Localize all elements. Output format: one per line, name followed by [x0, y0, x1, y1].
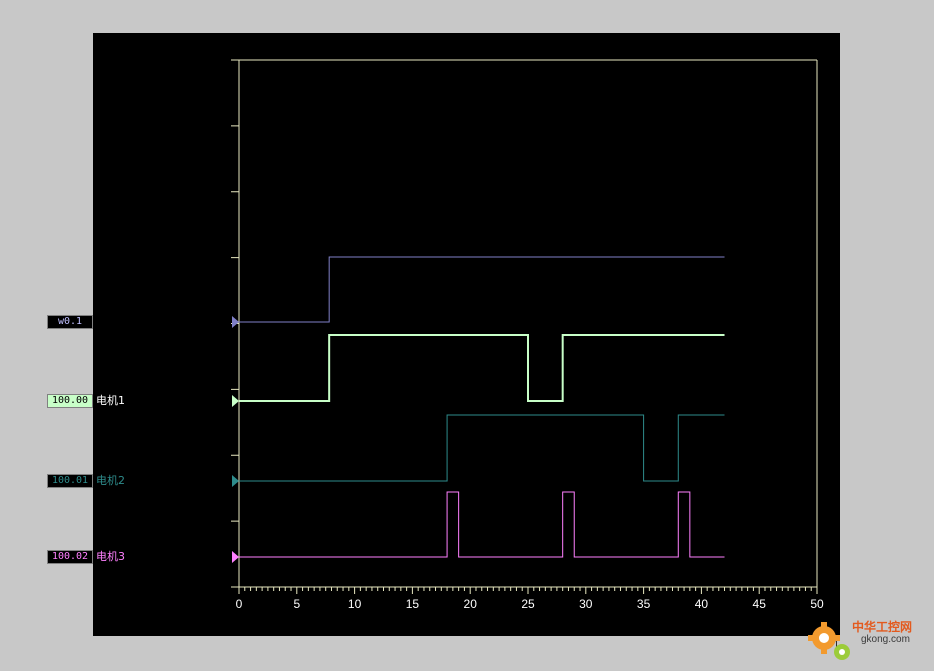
x-tick-label: 0: [236, 597, 243, 611]
x-tick-label: 40: [695, 597, 709, 611]
signal-address: 100.00: [47, 394, 93, 408]
signal-label-3: 100.01 电机2: [47, 474, 125, 488]
x-tick-label: 35: [637, 597, 651, 611]
watermark-site: gkong.com: [861, 634, 910, 645]
signal-address: w0.1: [47, 315, 93, 329]
signal-trace-3: [239, 414, 725, 482]
signal-marker-1: [232, 316, 239, 328]
signal-address: 100.02: [47, 550, 93, 564]
x-tick-label: 30: [579, 597, 593, 611]
signal-marker-3: [232, 475, 239, 487]
signal-marker-2: [232, 395, 239, 407]
x-tick-label: 5: [293, 597, 300, 611]
signal-label-4: 100.02 电机3: [47, 550, 125, 564]
x-tick-label: 45: [753, 597, 767, 611]
timing-chart: 0 5 10 15 20 25 30 35 40 45 50: [231, 59, 824, 611]
signal-name: 电机2: [96, 474, 125, 487]
signal-label-1: w0.1: [47, 315, 93, 329]
signal-trace-4: [239, 491, 725, 558]
x-tick-label: 25: [521, 597, 535, 611]
x-tick-label: 15: [406, 597, 420, 611]
x-tick-label: 10: [348, 597, 362, 611]
signal-trace-2: [239, 334, 725, 402]
chart-panel: 0 5 10 15 20 25 30 35 40 45 50: [93, 33, 840, 636]
signal-name: 电机3: [96, 550, 125, 563]
gear-icon: [808, 622, 850, 660]
x-tick-label: 50: [810, 597, 824, 611]
signal-marker-4: [232, 551, 239, 563]
signal-trace-1: [239, 256, 725, 323]
x-tick-label: 20: [464, 597, 478, 611]
signal-name: 电机1: [96, 394, 125, 407]
watermark-name: 中华工控网: [852, 620, 913, 634]
signal-label-2: 100.00 电机1: [47, 394, 125, 408]
signal-address: 100.01: [47, 474, 93, 488]
